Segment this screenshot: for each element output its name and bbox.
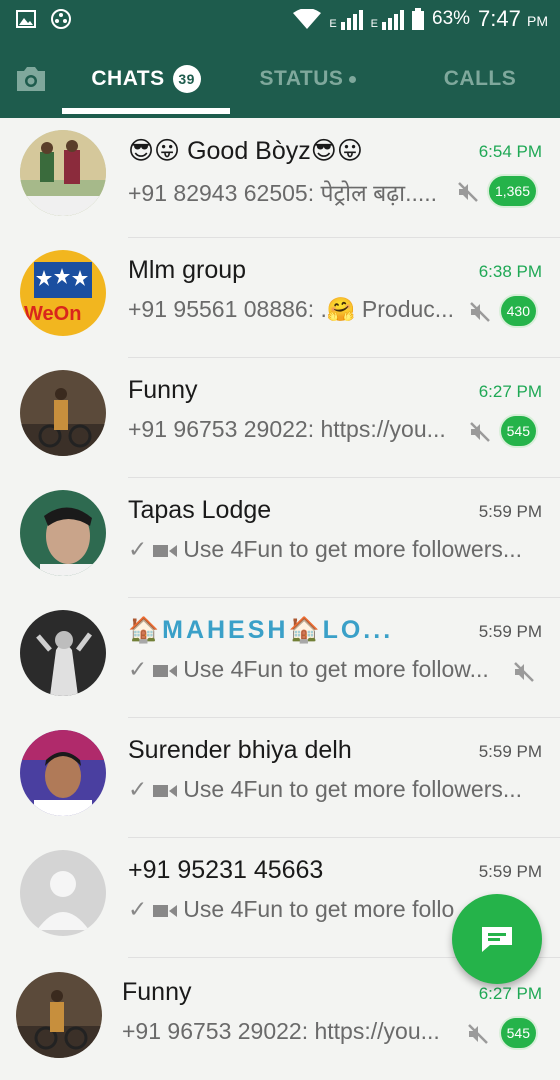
- chat-time: 6:38 PM: [478, 262, 542, 281]
- notification-icon: [51, 9, 71, 29]
- chat-name: Mlm group: [128, 256, 247, 284]
- avatar: [20, 850, 106, 936]
- sent-tick-icon: ✓: [128, 896, 148, 922]
- chat-time: 5:59 PM: [478, 502, 542, 521]
- status-bar: E E 63% 7:47 PM: [0, 0, 560, 40]
- chat-name: +91 95231 45663: [128, 856, 324, 884]
- video-icon: [153, 784, 178, 797]
- default-avatar-icon: [20, 850, 106, 936]
- mute-icon: [514, 662, 534, 682]
- video-icon: [153, 544, 178, 557]
- tab-bar: CHATS 39 STATUS CALLS: [0, 40, 560, 118]
- avatar: [16, 972, 102, 1058]
- chat-preview-text: Use 4Fun to get more followers...: [183, 536, 523, 562]
- video-icon: [153, 904, 178, 917]
- unread-badge: 545: [498, 1016, 538, 1050]
- status-dot: [349, 75, 357, 83]
- chat-preview: ✓ Use 4Fun to get more follow...: [128, 656, 508, 683]
- chats-unread-badge: 39: [172, 65, 201, 93]
- chat-name: 🏠MAHESH🏠LO...: [128, 616, 394, 644]
- chat-time: 6:27 PM: [478, 984, 542, 1003]
- network-type: E: [370, 18, 379, 30]
- clock-suffix: PM: [527, 13, 548, 29]
- chat-name: 😎😛 Good Bòyz😎😛: [128, 137, 363, 165]
- chat-row[interactable]: Surender bhiya delh 5:59 PM ✓ Use 4Fun to…: [0, 718, 560, 838]
- chat-preview-text: Use 4Fun to get more follo: [183, 896, 455, 922]
- chat-name: Funny: [122, 978, 192, 1006]
- mute-icon: [468, 1024, 488, 1044]
- mute-icon: [470, 302, 490, 322]
- chat-preview-text: Use 4Fun to get more follow...: [183, 656, 489, 682]
- chat-row[interactable]: 😎😛 Good Bòyz😎😛 6:54 PM +91 82943 62505: …: [0, 118, 560, 238]
- gallery-icon: [16, 10, 36, 28]
- avatar: WeOn: [20, 250, 106, 336]
- chat-row[interactable]: Tapas Lodge 5:59 PM ✓ Use 4Fun to get mor…: [0, 478, 560, 598]
- battery-icon: [412, 8, 425, 30]
- tab-camera[interactable]: [0, 40, 62, 118]
- clock: 7:47: [478, 6, 521, 31]
- chat-row[interactable]: WeOn Mlm group 6:38 PM +91 95561 08886: …: [0, 238, 560, 358]
- signal-icon: E: [329, 8, 363, 30]
- chat-preview: +91 96753 29022: https://you...: [122, 1018, 440, 1044]
- app-bar: E E 63% 7:47 PM CHATS 39 STATUS CALLS: [0, 0, 560, 118]
- chat-name: Surender bhiya delh: [128, 736, 352, 764]
- avatar: [20, 730, 106, 816]
- chat-preview-text: Use 4Fun to get more followers...: [183, 776, 523, 802]
- chat-row[interactable]: 🏠MAHESH🏠LO... 5:59 PM ✓ Use 4Fun to get m…: [0, 598, 560, 718]
- new-chat-icon: [482, 927, 512, 952]
- chat-time: 6:54 PM: [478, 142, 542, 161]
- sent-tick-icon: ✓: [128, 776, 148, 802]
- avatar-logo-text: WeOn: [24, 303, 81, 325]
- tab-status[interactable]: STATUS: [232, 40, 384, 118]
- battery-percent: 63%: [432, 8, 471, 29]
- tab-calls[interactable]: CALLS: [400, 40, 560, 118]
- camera-icon: [17, 67, 45, 91]
- chat-preview: +91 96753 29022: https://you...: [128, 416, 446, 442]
- chat-time: 6:27 PM: [478, 382, 542, 401]
- avatar: [20, 130, 106, 216]
- mute-icon: [458, 182, 478, 202]
- unread-badge: 1,365: [486, 174, 538, 208]
- unread-badge: 430: [498, 294, 538, 328]
- tab-calls-label: CALLS: [443, 67, 517, 90]
- tab-chats[interactable]: CHATS 39: [62, 40, 230, 118]
- chat-row[interactable]: Funny 6:27 PM +91 96753 29022: https://y…: [0, 358, 560, 478]
- tab-indicator: [62, 108, 230, 114]
- mute-icon: [470, 422, 490, 442]
- chat-preview: ✓ Use 4Fun to get more followers...: [128, 776, 532, 803]
- chat-preview: ✓ Use 4Fun to get more followers...: [128, 536, 532, 563]
- chat-time: 5:59 PM: [478, 622, 542, 641]
- avatar: [20, 490, 106, 576]
- wifi-icon: [293, 9, 322, 29]
- chat-time: 5:59 PM: [478, 862, 542, 881]
- chat-name: Tapas Lodge: [128, 496, 272, 524]
- chat-name: Funny: [128, 376, 198, 404]
- chat-preview: +91 82943 62505: पेट्रोल बढ़ा.....: [128, 180, 438, 206]
- avatar: [20, 610, 106, 696]
- video-icon: [153, 664, 178, 677]
- avatar: [20, 370, 106, 456]
- sent-tick-icon: ✓: [128, 656, 148, 682]
- sent-tick-icon: ✓: [128, 536, 148, 562]
- tab-chats-label: CHATS: [91, 67, 165, 90]
- chat-time: 5:59 PM: [478, 742, 542, 761]
- network-type: E: [329, 18, 337, 30]
- tab-status-label: STATUS: [259, 67, 344, 90]
- chat-preview: +91 95561 08886: .🤗 Produc...: [128, 296, 454, 322]
- unread-badge: 545: [498, 414, 538, 448]
- new-chat-button[interactable]: [452, 894, 542, 984]
- signal-icon: E: [370, 8, 405, 30]
